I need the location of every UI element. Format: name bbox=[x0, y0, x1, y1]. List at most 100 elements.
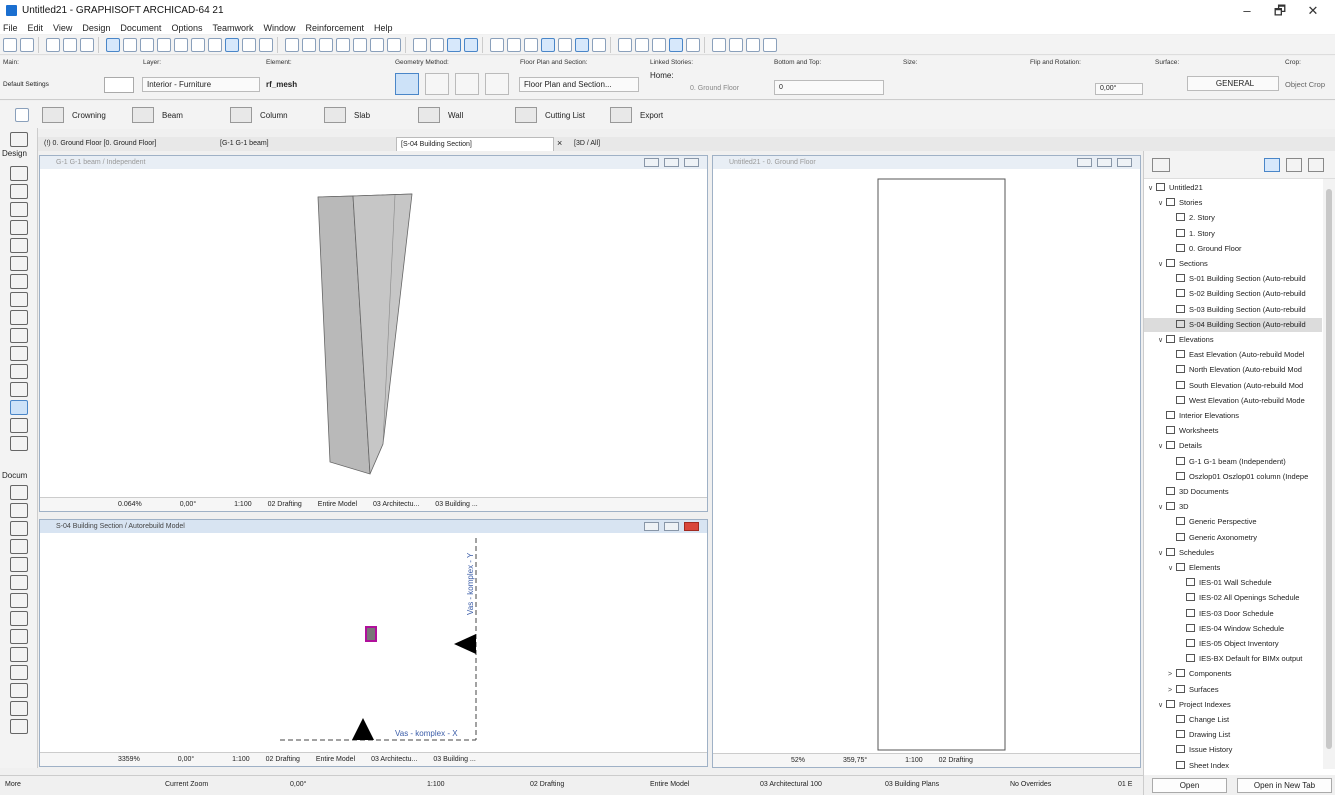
model-view-value[interactable]: Entire Model bbox=[316, 756, 355, 763]
snap-points-icon[interactable] bbox=[669, 37, 683, 52]
navigator-item[interactable]: Change List bbox=[1144, 713, 1322, 727]
object-tool-icon[interactable] bbox=[10, 400, 28, 415]
minimize-window-icon[interactable] bbox=[1077, 158, 1092, 167]
marquee-icon[interactable] bbox=[10, 132, 28, 147]
favorites-button[interactable] bbox=[104, 77, 134, 93]
eyedropper-icon[interactable] bbox=[80, 37, 94, 52]
figure-tool-icon[interactable] bbox=[10, 701, 28, 716]
door-tool-icon[interactable] bbox=[10, 184, 28, 199]
geometry-rectangle-button[interactable] bbox=[455, 73, 479, 95]
tab-g1-beam[interactable]: [G-1 G-1 beam] bbox=[216, 137, 396, 151]
renovation-icon[interactable] bbox=[413, 37, 427, 52]
cursor-snap-icon[interactable] bbox=[490, 37, 504, 52]
navigator-item[interactable]: 2. Story bbox=[1144, 211, 1322, 225]
connect-icon[interactable] bbox=[686, 37, 700, 52]
scale-value[interactable]: 1:100 bbox=[234, 501, 252, 508]
window-tool-icon[interactable] bbox=[10, 202, 28, 217]
navigator-item[interactable]: Generic Axonometry bbox=[1144, 531, 1322, 545]
section-marker-y[interactable] bbox=[454, 634, 476, 654]
layer-select[interactable]: Interior - Furniture bbox=[142, 77, 260, 92]
stair-icon[interactable] bbox=[319, 37, 333, 52]
model-view[interactable]: Entire Model bbox=[650, 781, 689, 788]
geometry-single-button[interactable] bbox=[395, 73, 419, 95]
expand-caret-icon[interactable]: ∨ bbox=[1168, 562, 1176, 575]
fill-handle-icon[interactable] bbox=[558, 37, 572, 52]
column-button[interactable]: Column bbox=[230, 105, 288, 125]
close-window-icon[interactable] bbox=[1117, 158, 1132, 167]
section-marker-icon[interactable] bbox=[285, 37, 299, 52]
zoom-value[interactable]: 52% bbox=[791, 757, 805, 764]
circle-tool-icon[interactable] bbox=[10, 593, 28, 608]
table-icon[interactable] bbox=[242, 37, 256, 52]
navigator-item[interactable]: IES-02 All Openings Schedule bbox=[1144, 591, 1322, 605]
pen-set-value[interactable]: 03 Architectu... bbox=[373, 501, 419, 508]
navigator-item[interactable]: S-01 Building Section (Auto-rebuild bbox=[1144, 272, 1322, 286]
crop-value[interactable]: Object Crop bbox=[1285, 80, 1325, 89]
menu-reinforcement[interactable]: Reinforcement bbox=[303, 23, 365, 33]
expand-caret-icon[interactable]: ∨ bbox=[1158, 334, 1166, 347]
restore-window-icon[interactable] bbox=[664, 522, 679, 531]
dimension-value[interactable]: 03 Building ... bbox=[433, 756, 475, 763]
scale[interactable]: 1:100 bbox=[427, 781, 445, 788]
expand-caret-icon[interactable]: ∨ bbox=[1158, 547, 1166, 560]
zoom-value[interactable]: 0.064% bbox=[118, 501, 142, 508]
edge-icon[interactable] bbox=[618, 37, 632, 52]
cutting-list-button[interactable]: Cutting List bbox=[515, 105, 585, 125]
renovation-filter[interactable]: 01 E bbox=[1118, 781, 1132, 788]
navigator-item[interactable]: 3D Documents bbox=[1144, 485, 1322, 499]
rotation-value[interactable]: 0,00° bbox=[180, 501, 196, 508]
navigator-item[interactable]: 0. Ground Floor bbox=[1144, 242, 1322, 256]
section-marker-x[interactable] bbox=[352, 718, 374, 740]
elevation-tool-icon[interactable] bbox=[10, 665, 28, 680]
navigator-item[interactable]: Oszlop01 Oszlop01 column (Indepe bbox=[1144, 470, 1322, 484]
scale-value[interactable]: 1:100 bbox=[905, 757, 923, 764]
navigator-item[interactable]: S-03 Building Section (Auto-rebuild bbox=[1144, 303, 1322, 317]
menu-options[interactable]: Options bbox=[168, 23, 202, 33]
scale-value[interactable]: 1:100 bbox=[232, 756, 250, 763]
dimension-tool-icon[interactable] bbox=[10, 485, 28, 500]
minimize-button[interactable]: – bbox=[1234, 2, 1260, 20]
layer-combo-value[interactable]: 02 Drafting bbox=[266, 756, 300, 763]
undo-icon[interactable] bbox=[3, 37, 17, 52]
open-button[interactable]: Open bbox=[1152, 778, 1227, 793]
graphic-overrides[interactable]: No Overrides bbox=[1010, 781, 1051, 788]
redo-icon[interactable] bbox=[20, 37, 34, 52]
navigator-item[interactable]: South Elevation (Auto-rebuild Mod bbox=[1144, 379, 1322, 393]
gravity-icon[interactable] bbox=[541, 37, 555, 52]
tab-ground-floor[interactable]: (!) 0. Ground Floor [0. Ground Floor] bbox=[40, 137, 215, 151]
close-button[interactable]: ✕ bbox=[1300, 2, 1326, 20]
stair-tool-icon[interactable] bbox=[10, 274, 28, 289]
angle-icon[interactable] bbox=[652, 37, 666, 52]
open-new-tab-button[interactable]: Open in New Tab bbox=[1237, 778, 1332, 793]
navigator-item[interactable]: Generic Perspective bbox=[1144, 515, 1322, 529]
slab-button[interactable]: Slab bbox=[324, 105, 370, 125]
magic-wand-icon[interactable] bbox=[575, 37, 589, 52]
navigator-item[interactable]: Issue History bbox=[1144, 743, 1322, 757]
check-mark-icon[interactable] bbox=[635, 37, 649, 52]
mesh-icon[interactable] bbox=[370, 37, 384, 52]
snap-guide-icon[interactable] bbox=[447, 37, 461, 52]
navigator-item[interactable]: West Elevation (Auto-rebuild Mode bbox=[1144, 394, 1322, 408]
pen-set-value[interactable]: 03 Architectu... bbox=[371, 756, 417, 763]
expand-caret-icon[interactable]: > bbox=[1168, 684, 1176, 697]
inject-icon[interactable] bbox=[63, 37, 77, 52]
offset-icon[interactable] bbox=[592, 37, 606, 52]
default-settings-label[interactable]: Default Settings bbox=[3, 81, 49, 88]
element-name[interactable]: rf_mesh bbox=[266, 80, 297, 89]
navigator-item[interactable]: ∨ 3D bbox=[1144, 500, 1322, 514]
level-dimension-tool-icon[interactable] bbox=[10, 503, 28, 518]
navigator-item[interactable]: ∨ Project Indexes bbox=[1144, 698, 1322, 712]
navigator-item[interactable]: S-02 Building Section (Auto-rebuild bbox=[1144, 287, 1322, 301]
rotation-field[interactable]: 0,00° bbox=[1095, 83, 1143, 95]
bar-chart-icon[interactable] bbox=[746, 37, 760, 52]
floor-plan-view[interactable] bbox=[713, 170, 1140, 752]
navigator-item[interactable]: ∨ Sections bbox=[1144, 257, 1322, 271]
navigator-item[interactable]: ∨ Stories bbox=[1144, 196, 1322, 210]
document-group-label[interactable]: Docum bbox=[0, 471, 38, 480]
grid-snap-icon[interactable] bbox=[157, 37, 171, 52]
expand-caret-icon[interactable]: > bbox=[1168, 668, 1176, 681]
geometry-rotated-button[interactable] bbox=[485, 73, 509, 95]
restore-window-icon[interactable] bbox=[664, 158, 679, 167]
menu-view[interactable]: View bbox=[50, 23, 72, 33]
curtain-wall-tool-icon[interactable] bbox=[10, 364, 28, 379]
